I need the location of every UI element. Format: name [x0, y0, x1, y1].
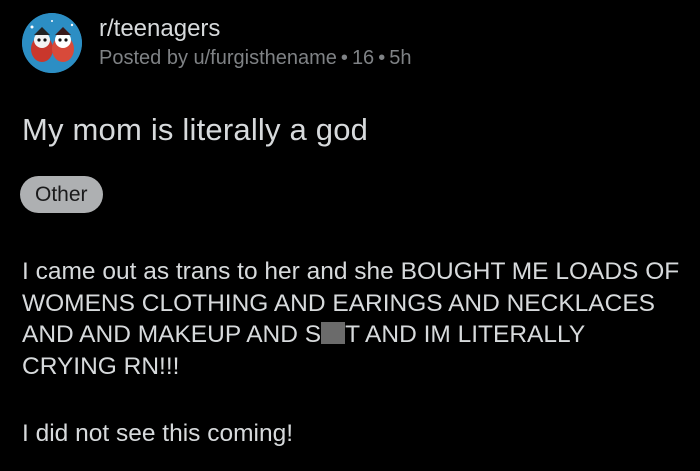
body-paragraph: I did not see this coming!	[22, 420, 294, 447]
subreddit-name[interactable]: r/teenagers	[99, 15, 411, 43]
posted-by-user[interactable]: Posted by u/furgisthename	[99, 47, 337, 69]
post-flair[interactable]: Other	[20, 176, 103, 213]
censor-block	[321, 322, 346, 344]
post-points: 16	[351, 47, 375, 69]
meta-separator: •	[340, 47, 348, 69]
post-header: r/teenagers Posted by u/furgisthename • 16…	[22, 12, 411, 74]
body-paragraph: I came out as trans to her and she BOUGH…	[22, 256, 682, 382]
post-age: 5h	[389, 47, 412, 69]
subreddit-avatar-icon[interactable]	[22, 13, 82, 73]
meta-separator: •	[378, 47, 386, 69]
post-body: I came out as trans to her and she BOUGH…	[22, 256, 682, 450]
post-title[interactable]: My mom is literally a god	[22, 112, 368, 148]
post-meta: r/teenagers Posted by u/furgisthename • 16…	[99, 15, 411, 71]
posted-by-line: Posted by u/furgisthename • 16 • 5h	[99, 45, 411, 71]
